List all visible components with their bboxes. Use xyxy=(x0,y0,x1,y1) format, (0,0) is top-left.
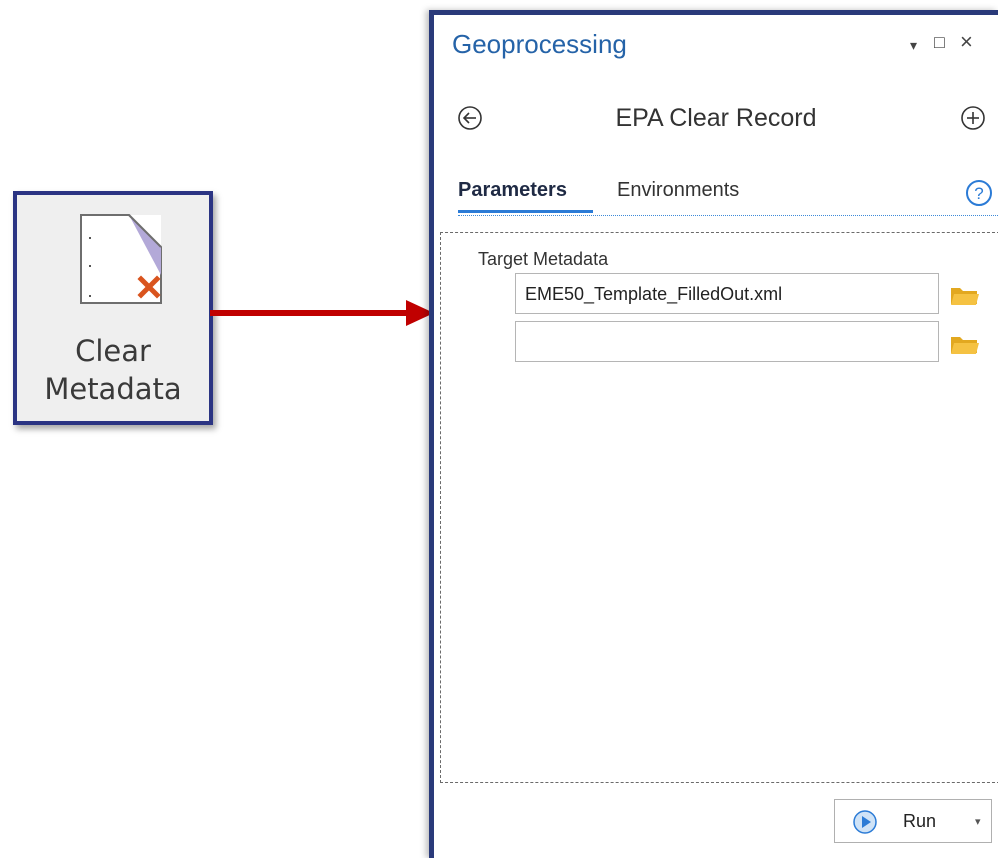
maximize-icon[interactable]: □ xyxy=(934,32,945,53)
connector-arrow xyxy=(210,300,434,326)
run-label: Run xyxy=(903,811,937,831)
geoprocessing-pane: Geoprocessing ▾ □ × EPA Clear Record Par… xyxy=(429,10,998,858)
target-metadata-field-1[interactable]: EME50_Template_FilledOut.xml xyxy=(515,273,939,314)
target-metadata-field-2[interactable] xyxy=(515,321,939,362)
active-tab-indicator xyxy=(458,210,593,213)
close-icon[interactable]: × xyxy=(960,29,973,55)
run-dropdown-icon[interactable]: ▾ xyxy=(975,815,981,828)
clear-metadata-button[interactable]: Clear Metadata xyxy=(13,191,213,425)
parameters-panel xyxy=(440,232,998,783)
button-label-line1: Clear xyxy=(75,334,151,368)
help-icon[interactable]: ? xyxy=(965,179,993,207)
clear-metadata-icon xyxy=(80,214,162,304)
tab-parameters[interactable]: Parameters xyxy=(458,179,567,202)
run-button[interactable]: Run ▾ xyxy=(834,799,992,843)
pane-title: Geoprocessing xyxy=(452,29,627,59)
button-label-line2: Metadata xyxy=(44,372,182,406)
browse-folder-icon[interactable] xyxy=(950,284,980,306)
help-glyph: ? xyxy=(974,184,983,203)
add-icon[interactable] xyxy=(960,105,986,131)
tab-environments[interactable]: Environments xyxy=(617,179,739,202)
play-icon xyxy=(853,810,877,834)
tab-divider xyxy=(458,215,998,216)
browse-folder-icon[interactable] xyxy=(950,333,980,355)
pane-options-icon[interactable]: ▾ xyxy=(910,37,917,54)
target-metadata-label: Target Metadata xyxy=(478,249,609,269)
tool-title: EPA Clear Record xyxy=(615,104,817,132)
